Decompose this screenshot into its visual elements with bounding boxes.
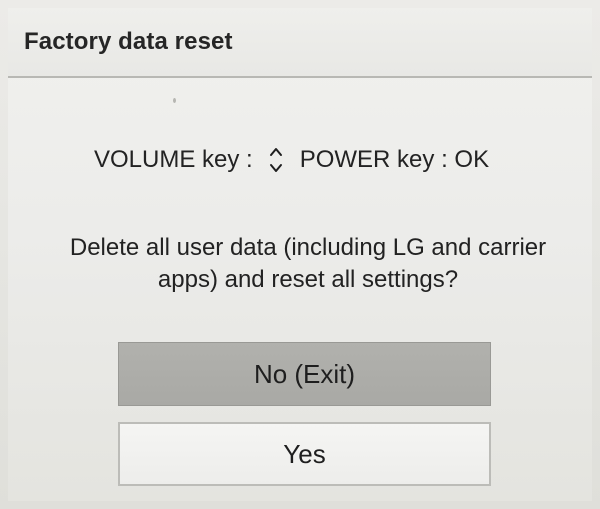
dialog-title-bar: Factory data reset [8,8,592,78]
yes-button[interactable]: Yes [118,422,491,486]
power-key-label: POWER key : OK [299,146,490,173]
reset-screen: Factory data reset VOLUME key : POWER ke… [0,0,600,509]
key-hint: VOLUME key : POWER key : OK [94,144,489,176]
volume-key-label: VOLUME key : [94,146,253,173]
no-exit-button[interactable]: No (Exit) [118,342,491,406]
factory-reset-dialog: Factory data reset VOLUME key : POWER ke… [8,8,592,501]
up-down-arrows-icon [267,145,285,175]
screen-speck [173,98,176,103]
dialog-title: Factory data reset [24,28,233,55]
reset-question: Delete all user data (including LG and c… [69,234,547,293]
